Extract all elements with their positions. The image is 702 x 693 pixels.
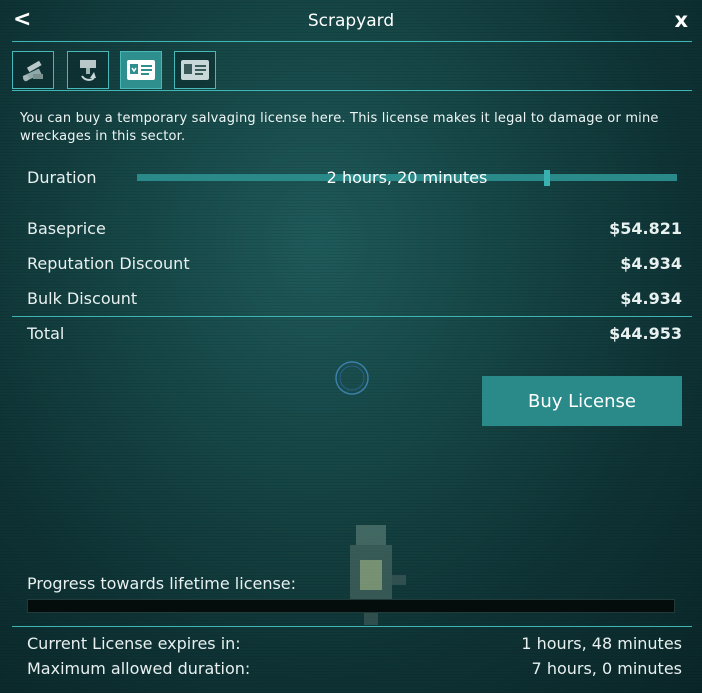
progress-label: Progress towards lifetime license:: [27, 574, 297, 593]
tab-turret[interactable]: [67, 51, 109, 89]
window-title: Scrapyard: [307, 11, 395, 31]
total-value: $44.953: [609, 324, 682, 343]
baseprice-value: $54.821: [609, 219, 682, 238]
baseprice-label: Baseprice: [27, 219, 106, 238]
tab-license-buy[interactable]: [120, 51, 162, 89]
license-card-icon: [181, 60, 209, 80]
tab-scrap[interactable]: [12, 51, 54, 89]
total-label: Total: [27, 324, 65, 343]
reputation-discount-value: $4.934: [620, 254, 682, 273]
recycling-turret-icon: [80, 60, 96, 81]
total-divider: [12, 316, 692, 317]
expires-label: Current License expires in:: [27, 634, 241, 653]
title-bar: < Scrapyard x: [0, 0, 702, 42]
target-ring-icon: [335, 361, 369, 395]
license-download-icon: [127, 60, 155, 80]
close-button[interactable]: x: [674, 8, 688, 32]
bulk-discount-label: Bulk Discount: [27, 289, 138, 308]
info-divider: [12, 626, 692, 627]
expires-value: 1 hours, 48 minutes: [521, 634, 682, 653]
max-duration-value: 7 hours, 0 minutes: [531, 659, 682, 678]
scrap-pile-icon: [22, 60, 43, 82]
bulk-discount-value: $4.934: [620, 289, 682, 308]
max-duration-label: Maximum allowed duration:: [27, 659, 251, 678]
buy-license-button[interactable]: Buy License: [482, 376, 682, 426]
tab-license-info[interactable]: [174, 51, 216, 89]
duration-label: Duration: [27, 168, 97, 187]
title-divider: [12, 41, 692, 42]
wreck-ship-icon: [350, 525, 406, 625]
license-description: You can buy a temporary salvaging licens…: [20, 111, 659, 144]
reputation-discount-label: Reputation Discount: [27, 254, 190, 273]
duration-value: 2 hours, 20 minutes: [326, 168, 488, 187]
tab-divider: [12, 90, 692, 91]
lifetime-progress-bar: [27, 599, 675, 613]
